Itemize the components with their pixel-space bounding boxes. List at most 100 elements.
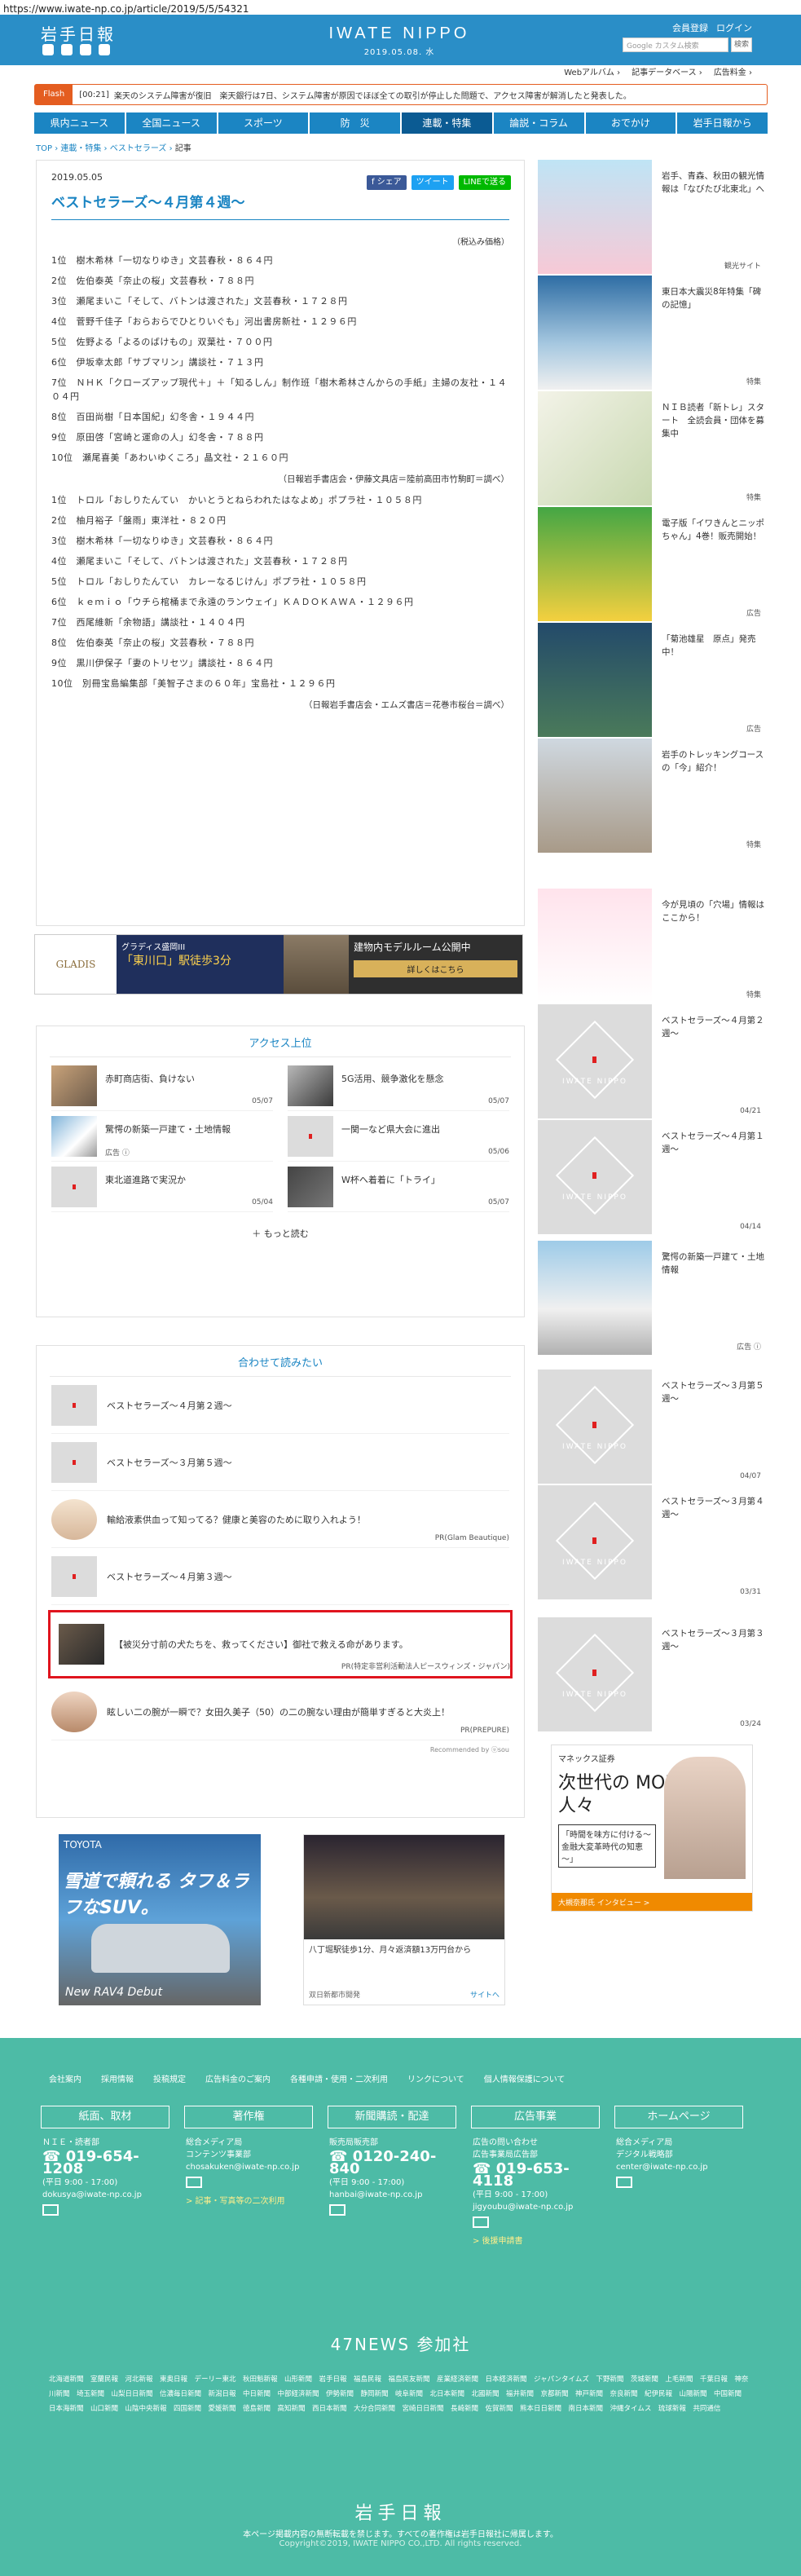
related-item[interactable]: ベストセラーズ～４月第３週～ xyxy=(51,1548,509,1605)
breadcrumb-top[interactable]: TOP xyxy=(36,144,52,153)
nav-series[interactable]: 連載・特集 xyxy=(402,112,492,134)
tower-ad[interactable]: 八丁堀駅徒歩1分、月々返済額13万円台から 双日新都市開発 サイトへ xyxy=(303,1834,505,2005)
instagram-icon[interactable] xyxy=(99,44,110,55)
phone-number[interactable]: ☎ 0120-240-840 xyxy=(329,2150,455,2177)
footer-link[interactable]: 広告料金のご案内 xyxy=(205,2072,271,2084)
article-db-link[interactable]: 記事データベース › xyxy=(632,65,702,77)
related-item[interactable]: 輸給液素供血って知ってる？健康と美容のために取り入れよう！ PR(Glam Be… xyxy=(51,1491,509,1548)
line-icon[interactable] xyxy=(80,44,91,55)
footer-link[interactable]: 会社案内 xyxy=(49,2072,81,2084)
register-link[interactable]: 会員登録 xyxy=(672,21,708,34)
sidebar-item[interactable]: IWATE NIPPO ベストセラーズ～３月第４週～ 03/31 xyxy=(538,1485,768,1599)
sidebar-thumbnail xyxy=(538,889,652,1003)
sidebar-item[interactable]: IWATE NIPPO ベストセラーズ～３月第５週～ 04/07 xyxy=(538,1370,768,1484)
secondary-use-link[interactable]: > 記事・写真等の二次利用 xyxy=(186,2195,311,2208)
nav-outing[interactable]: おでかけ xyxy=(585,112,676,134)
tower-site-link[interactable]: サイトへ xyxy=(470,1989,500,2000)
breadcrumb-series[interactable]: 連載・特集 xyxy=(60,144,101,153)
sidebar-item[interactable]: IWATE NIPPO ベストセラーズ～４月第１週～ 04/14 xyxy=(538,1120,768,1234)
monex-interview-link[interactable]: 大槻奈那氏 インタビュー > xyxy=(552,1893,752,1911)
email-address[interactable]: chosakuken@iwate-np.co.jp xyxy=(186,2161,311,2173)
email-address[interactable]: hanbai@iwate-np.co.jp xyxy=(329,2189,455,2201)
related-item[interactable]: 眩しい二の腕が一瞬で？女田久美子（50）の二の腕ない理由が簡単すぎると大炎上！ … xyxy=(51,1683,509,1740)
email-address[interactable]: center@iwate-np.co.jp xyxy=(616,2161,742,2173)
phone-number[interactable]: ☎ 019-654-1208 xyxy=(42,2150,168,2177)
nav-prefecture[interactable]: 県内ニュース xyxy=(34,112,125,134)
sidebar-thumbnail xyxy=(538,623,652,737)
search-button[interactable]: 検索 xyxy=(731,37,752,52)
mail-icon[interactable] xyxy=(329,2204,345,2216)
footer-link[interactable]: リンクについて xyxy=(407,2072,464,2084)
mail-icon[interactable] xyxy=(186,2177,202,2188)
sidebar-item[interactable]: 今が見頃の「穴場」情報はここから！ 特集 xyxy=(538,889,768,1003)
site-logo[interactable]: 岩手日報 xyxy=(41,21,116,45)
search-form: Google カスタム検索 検索 xyxy=(623,37,752,52)
gladis-logo: GLADIS xyxy=(35,935,117,994)
sidebar-item[interactable]: IWATE NIPPO ベストセラーズ～３月第３週～ 03/24 xyxy=(538,1617,768,1731)
recommended-by[interactable]: Recommended by ⓤsou xyxy=(51,1745,509,1754)
sidebar-thumbnail xyxy=(538,739,652,853)
line-share-button[interactable]: LINEで送る xyxy=(458,175,511,190)
sponsorship-link[interactable]: > 後援申請書 xyxy=(473,2235,598,2247)
phone-number[interactable]: ☎ 019-653-4118 xyxy=(473,2162,598,2189)
footer-link[interactable]: 各種申請・使用・二次利用 xyxy=(290,2072,388,2084)
related-articles: 合わせて読みたい ベストセラーズ～４月第２週～ ベストセラーズ～３月第５週～ 輸… xyxy=(36,1345,525,1818)
monex-ad[interactable]: マネックス証券 次世代の MONEXな 人々 「時間を味方に付ける～金融大変革時… xyxy=(551,1745,753,1912)
access-item[interactable]: 一関一など県大会に進出 05/06 xyxy=(288,1116,509,1162)
facebook-icon[interactable] xyxy=(61,44,73,55)
sidebar-item[interactable]: 電子版「イワきんとニッポちゃん」4巻！販売開始！ 広告 xyxy=(538,507,768,621)
read-more-button[interactable]: ＋ もっと読む xyxy=(37,1227,524,1240)
toyota-ad[interactable]: TOYOTA 雪道で頼れる タフ＆ラフなSUV。 New RAV4 Debut xyxy=(59,1834,261,2005)
search-input[interactable]: Google カスタム検索 xyxy=(623,37,728,52)
mail-icon[interactable] xyxy=(473,2217,489,2228)
mail-icon[interactable] xyxy=(42,2204,59,2216)
ranking-row: 8位 百田尚樹「日本国紀」幻冬舎・１９４４円 xyxy=(51,412,254,422)
flash-text[interactable]: 楽天のシステム障害が復旧 楽天銀行は7日、システム障害が原因でほぼ全ての取引が停… xyxy=(114,89,632,101)
footer-link[interactable]: 個人情報保護について xyxy=(484,2072,566,2084)
sidebar-item[interactable]: 岩手、青森、秋田の観光情報は「なびたび北東北」へ 観光サイト xyxy=(538,160,768,274)
login-link[interactable]: ログイン xyxy=(716,21,752,34)
facebook-share-button[interactable]: f シェア xyxy=(366,175,407,190)
tweet-button[interactable]: ツイート xyxy=(411,175,454,190)
flash-news-bar[interactable]: Flash [00:21] 楽天のシステム障害が復旧 楽天銀行は7日、システム障… xyxy=(34,84,768,105)
nav-national[interactable]: 全国ニュース xyxy=(125,112,217,134)
sidebar-item[interactable]: 岩手のトレッキングコースの「今」紹介！ 特集 xyxy=(538,739,768,853)
related-item[interactable]: ベストセラーズ～３月第５週～ xyxy=(51,1434,509,1491)
article-thumbnail xyxy=(51,1167,97,1207)
toyota-copy: 雪道で頼れる タフ＆ラフなSUV。 xyxy=(64,1872,249,1918)
related-item-highlighted[interactable]: 【被災分寸前の犬たちを、救ってください】御社で救える命があります。 PR(特定非… xyxy=(48,1610,513,1678)
ad-rates-link[interactable]: 広告料金 › xyxy=(714,65,752,77)
news47-papers[interactable]: 北海道新聞 室蘭民報 河北新報 東奥日報 デーリー東北 秋田魁新報 山形新聞 岩… xyxy=(49,2372,752,2416)
share-buttons: f シェア ツイート LINEで送る xyxy=(366,175,511,190)
sidebar-thumbnail xyxy=(538,507,652,621)
web-album-link[interactable]: Webアルバム › xyxy=(564,65,620,77)
footer-link[interactable]: 採用情報 xyxy=(101,2072,134,2084)
footer-logo[interactable]: 岩手日報 xyxy=(0,2499,801,2525)
sidebar-item[interactable]: 「菊池雄星 原点」発売中！ 広告 xyxy=(538,623,768,737)
breadcrumb-bestsellers[interactable]: ベストセラーズ xyxy=(110,144,167,153)
email-address[interactable]: jigyoubu@iwate-np.co.jp xyxy=(473,2201,598,2213)
brand-name[interactable]: IWATE NIPPO xyxy=(326,24,473,43)
sidebar-item[interactable]: ＮＩＢ読者「新トレ」スタート 全読会員・団体を募集中 特集 xyxy=(538,391,768,505)
access-item[interactable]: 5G活用、競争激化を懸念 05/07 xyxy=(288,1065,509,1111)
mail-icon[interactable] xyxy=(616,2177,632,2188)
sidebar-item[interactable]: 東日本大震災8年特集「碑の記憶」 特集 xyxy=(538,276,768,390)
access-item[interactable]: W杯へ着着に「トライ」 05/07 xyxy=(288,1167,509,1212)
footer-link[interactable]: 投稿規定 xyxy=(153,2072,186,2084)
gladis-banner-ad[interactable]: GLADIS グラディス盛岡III 「東川口」駅徒歩3分 建物内モデルルーム公開… xyxy=(34,934,523,995)
access-item[interactable]: 驚愕の新築一戸建て・土地情報 広告 ⓘ xyxy=(51,1116,273,1162)
nav-disaster[interactable]: 防 災 xyxy=(310,112,400,134)
sidebar-item[interactable]: 驚愕の新築一戸建て・土地情報 広告 ⓘ xyxy=(538,1241,768,1355)
related-item[interactable]: ベストセラーズ～４月第２週～ xyxy=(51,1377,509,1434)
gladis-cta-button[interactable]: 詳しくはこちら xyxy=(354,960,517,977)
nav-editorial[interactable]: 論説・コラム xyxy=(493,112,584,134)
nav-sports[interactable]: スポーツ xyxy=(218,112,309,134)
sidebar-item[interactable]: IWATE NIPPO ベストセラーズ～４月第２週～ 04/21 xyxy=(538,1004,768,1118)
article-thumbnail xyxy=(51,1498,97,1540)
access-item[interactable]: 東北道進路で実況か 05/04 xyxy=(51,1167,273,1212)
nav-from-nippo[interactable]: 岩手日報から xyxy=(677,112,768,134)
twitter-icon[interactable] xyxy=(42,44,54,55)
footer-contact-columns: 紙面、取材 ＮＩＥ・読者部 ☎ 019-654-1208 (平日 9:00 - … xyxy=(0,2084,801,2256)
email-address[interactable]: dokusya@iwate-np.co.jp xyxy=(42,2189,168,2201)
access-item[interactable]: 赤町商店街、負けない 05/07 xyxy=(51,1065,273,1111)
